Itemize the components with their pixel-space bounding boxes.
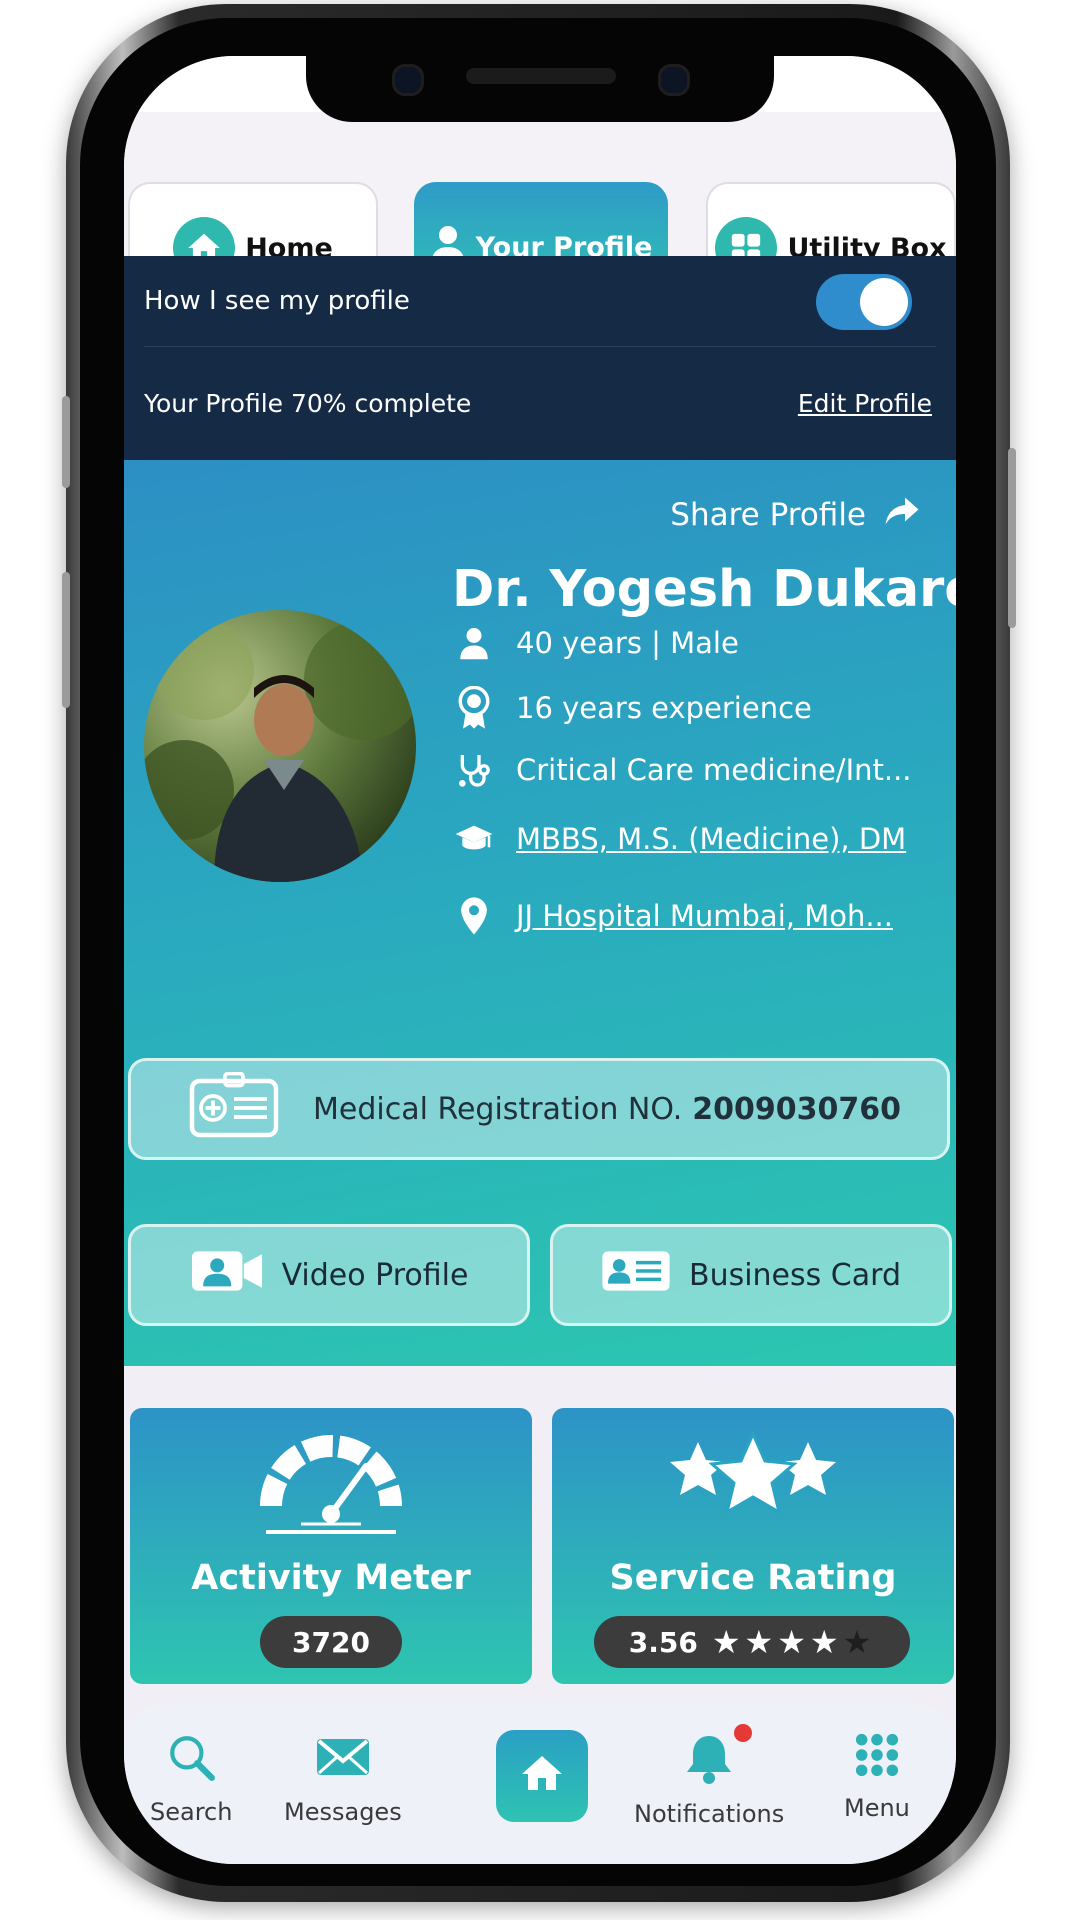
video-profile-label: Video Profile (281, 1257, 469, 1293)
profile-photo (144, 610, 416, 882)
share-arrow-icon (884, 496, 920, 534)
app-screen: Home Your Profile Utility Box How I see … (124, 56, 956, 1864)
specialty-row: Critical Care medicine/Int... (454, 750, 912, 790)
location-pin-icon (454, 896, 494, 936)
activity-meter-card[interactable]: Activity Meter 3720 (130, 1408, 532, 1684)
business-card-label: Business Card (688, 1257, 901, 1293)
toggle-knob (860, 278, 908, 326)
service-rating-title: Service Rating (609, 1558, 897, 1598)
view-mode-toggle[interactable] (816, 274, 912, 330)
star-filled-icon: ★ (777, 1623, 810, 1661)
location-row[interactable]: JJ Hospital Mumbai, Moh... (454, 896, 893, 936)
rating-stars: ★★★★★ (712, 1623, 875, 1661)
speedometer-icon (256, 1428, 406, 1542)
experience-text: 16 years experience (516, 691, 812, 725)
age-gender-text: 40 years | Male (516, 626, 739, 660)
video-profile-button[interactable]: Video Profile (128, 1224, 530, 1326)
grid-dots-icon (854, 1732, 900, 1784)
service-rating-card[interactable]: Service Rating 3.56 ★★★★★ (552, 1408, 954, 1684)
business-card-button[interactable]: Business Card (550, 1224, 952, 1326)
activity-meter-value: 3720 (260, 1616, 402, 1668)
profile-settings-panel: How I see my profile Your Profile 70% co… (124, 256, 956, 460)
stars-icon (668, 1430, 838, 1536)
search-icon (166, 1732, 216, 1788)
earpiece (466, 68, 616, 84)
completion-row: Your Profile 70% complete Edit Profile (144, 346, 936, 460)
volume-up-button (62, 396, 70, 488)
envelope-icon (315, 1732, 371, 1788)
medical-registration-card: Medical Registration NO. 2009030760 (128, 1058, 950, 1160)
bell-icon (684, 1724, 753, 1790)
face-sensor (658, 64, 690, 96)
person-icon (454, 626, 494, 660)
specialty-text: Critical Care medicine/Int... (516, 753, 912, 787)
award-icon (454, 686, 494, 730)
nav-search-label: Search (150, 1798, 233, 1826)
activity-meter-title: Activity Meter (191, 1558, 471, 1598)
star-filled-icon: ★ (711, 1623, 745, 1661)
share-profile-label: Share Profile (670, 497, 866, 533)
profile-completion-text: Your Profile 70% complete (144, 388, 472, 418)
id-card-icon (189, 1071, 279, 1146)
doctor-name: Dr. Yogesh Dukare (452, 560, 956, 619)
video-camera-icon (190, 1250, 264, 1300)
star-filled-icon: ★ (809, 1623, 843, 1661)
nav-messages-label: Messages (284, 1798, 402, 1826)
service-rating-pill: 3.56 ★★★★★ (594, 1616, 910, 1668)
nav-notifications-label: Notifications (634, 1800, 785, 1828)
business-card-icon (601, 1250, 671, 1300)
graduation-cap-icon (454, 823, 494, 855)
registration-number: 2009030760 (692, 1091, 902, 1127)
service-rating-value: 3.56 (628, 1625, 698, 1659)
volume-down-button (62, 572, 70, 708)
view-mode-row: How I see my profile (144, 256, 936, 347)
star-empty-icon: ★ (842, 1623, 876, 1661)
qualification-link[interactable]: MBBS, M.S. (Medicine), DM (516, 822, 906, 856)
nav-search[interactable]: Search (150, 1732, 232, 1826)
phone-notch (306, 56, 774, 122)
power-button (1008, 448, 1016, 628)
age-gender-row: 40 years | Male (454, 626, 739, 660)
nav-messages[interactable]: Messages (284, 1732, 402, 1826)
nav-home-button[interactable] (496, 1730, 588, 1822)
home-icon (518, 1750, 566, 1802)
registration-label: Medical Registration NO. (313, 1091, 683, 1127)
edit-profile-link[interactable]: Edit Profile (798, 389, 932, 418)
notification-badge (734, 1724, 753, 1742)
profile-hero: Share Profile Dr. Yogesh Dukare 40 years… (124, 460, 956, 1366)
stethoscope-icon (454, 750, 494, 790)
experience-row: 16 years experience (454, 686, 812, 730)
nav-menu-label: Menu (844, 1794, 910, 1822)
front-camera (392, 64, 424, 96)
bottom-navigation: Search Messages Notifications Menu (124, 1704, 956, 1864)
view-mode-label: How I see my profile (144, 286, 410, 316)
nav-notifications[interactable]: Notifications (634, 1724, 785, 1828)
location-link[interactable]: JJ Hospital Mumbai, Moh... (516, 899, 893, 933)
nav-menu[interactable]: Menu (844, 1732, 910, 1822)
share-profile-button[interactable]: Share Profile (670, 496, 920, 534)
qualification-row[interactable]: MBBS, M.S. (Medicine), DM (454, 822, 906, 856)
star-filled-icon: ★ (744, 1623, 778, 1661)
